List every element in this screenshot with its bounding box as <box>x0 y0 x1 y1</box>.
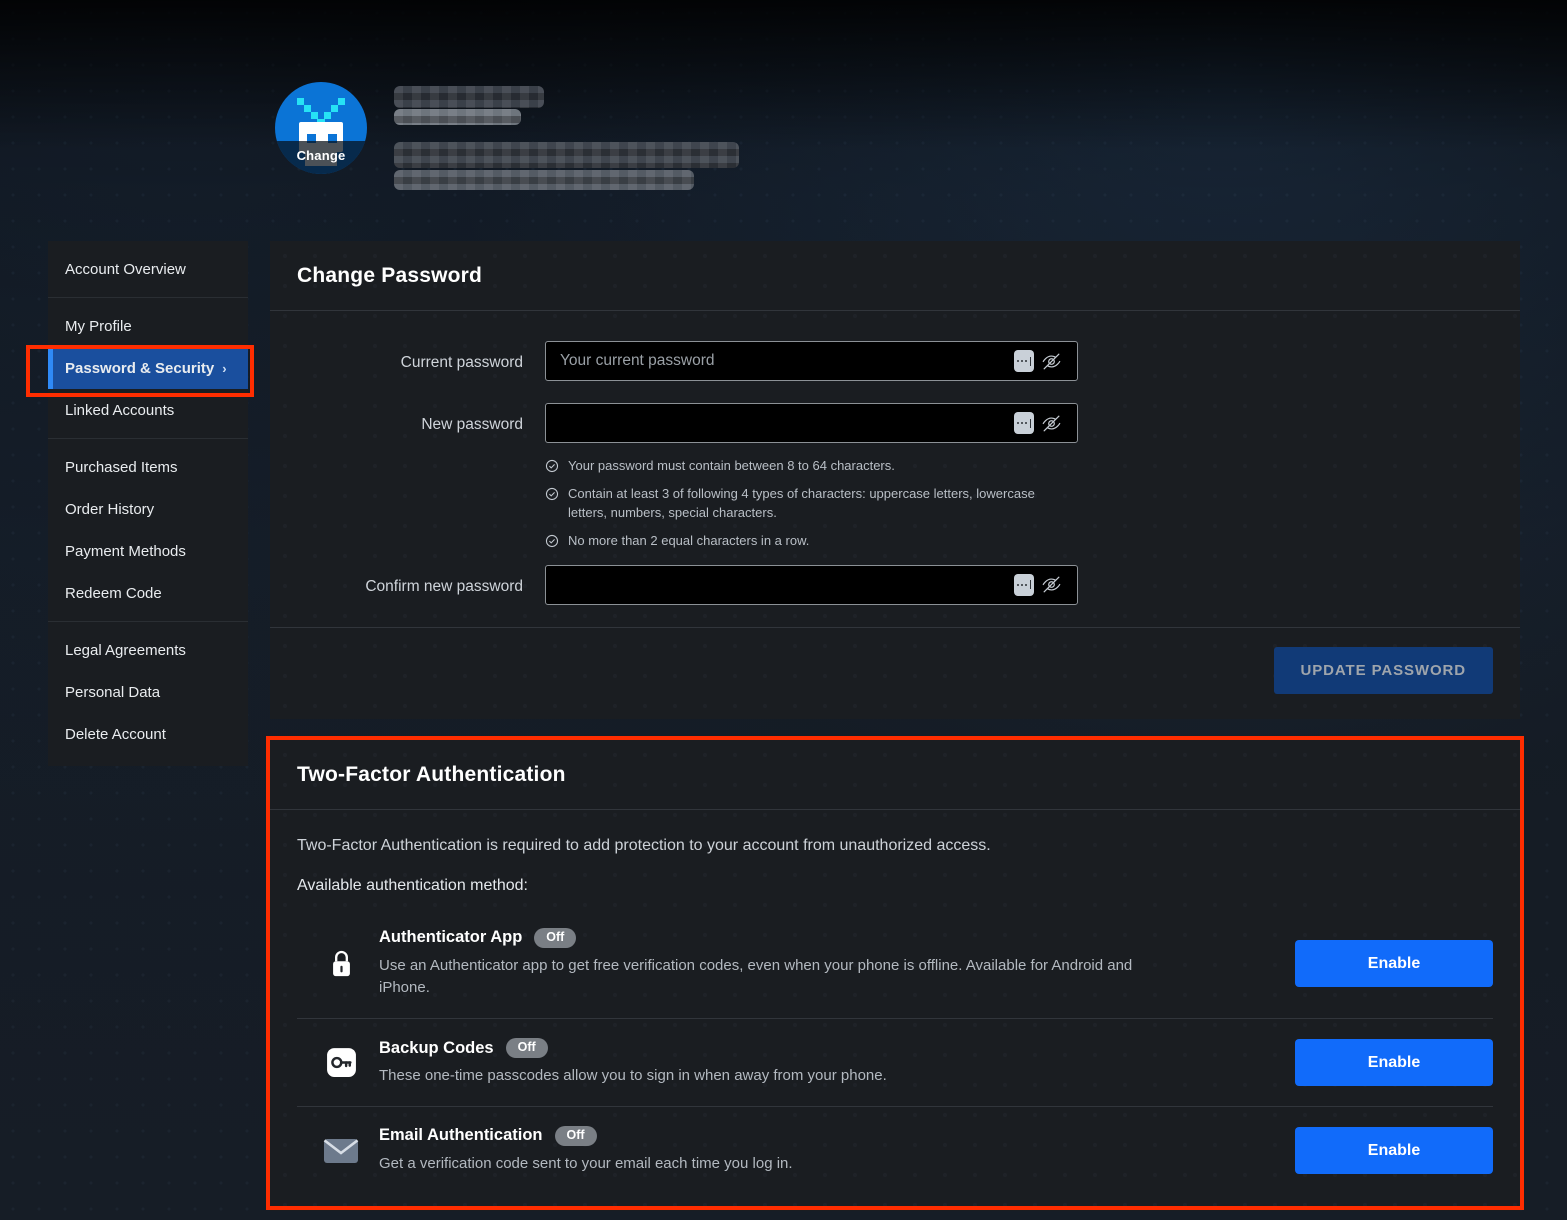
sidebar-item-label: Payment Methods <box>65 542 186 560</box>
status-badge: Off <box>505 1038 548 1058</box>
envelope-icon <box>321 1137 361 1165</box>
change-password-header: Change Password <box>270 241 1520 311</box>
enable-authenticator-app-button[interactable]: Enable <box>1295 940 1493 988</box>
method-title: Authenticator App <box>379 928 523 947</box>
chevron-right-icon: › <box>222 360 227 376</box>
sidebar-item-label: Password & Security <box>65 359 215 377</box>
two-factor-authentication-panel: Two-Factor Authentication Two-Factor Aut… <box>270 740 1520 1211</box>
account-settings-page: Change Account Overview My Profile Passw… <box>0 0 1567 1220</box>
profile-header: Change <box>275 82 739 190</box>
two-factor-methods-list: Authenticator App Off Use an Authenticat… <box>297 909 1493 1194</box>
status-badge: Off <box>534 928 577 948</box>
method-info: Email Authentication Off Get a verificat… <box>379 1126 1277 1175</box>
two-factor-body: Two-Factor Authentication is required to… <box>270 810 1520 1194</box>
method-row-backup-codes: Backup Codes Off These one-time passcode… <box>297 1018 1493 1106</box>
profile-detail-line-2-redacted <box>394 170 694 190</box>
status-badge: Off <box>554 1126 597 1146</box>
confirm-password-label: Confirm new password <box>365 577 523 595</box>
method-info: Authenticator App Off Use an Authenticat… <box>379 928 1277 999</box>
password-rule: Contain at least 3 of following 4 types … <box>545 485 1078 522</box>
profile-identity <box>394 82 739 190</box>
password-manager-icon[interactable] <box>1014 412 1034 434</box>
new-password-field[interactable] <box>545 403 1078 443</box>
confirm-password-input[interactable] <box>560 575 1014 594</box>
page-title: Change Password <box>297 263 483 287</box>
toggle-new-password-visibility-icon[interactable] <box>1034 408 1068 438</box>
password-manager-icon[interactable] <box>1014 573 1034 596</box>
sidebar-item-payment-methods[interactable]: Payment Methods <box>48 530 248 572</box>
method-row-email-authentication: Email Authentication Off Get a verificat… <box>297 1106 1493 1194</box>
check-circle-icon <box>545 535 559 548</box>
sidebar-item-password-security[interactable]: Password & Security › <box>48 347 248 389</box>
sidebar-item-label: My Profile <box>65 317 132 335</box>
sidebar-group-1: Account Overview <box>48 241 248 297</box>
change-password-panel: Change Password Current password New pas… <box>270 241 1520 719</box>
sidebar-group-3: Purchased Items Order History Payment Me… <box>48 438 248 621</box>
sidebar-item-my-profile[interactable]: My Profile <box>48 305 248 347</box>
method-description: These one-time passcodes allow you to si… <box>379 1066 887 1084</box>
sidebar-item-personal-data[interactable]: Personal Data <box>48 671 248 713</box>
profile-name-redacted <box>394 86 544 108</box>
check-circle-icon <box>545 488 559 501</box>
method-row-authenticator-app: Authenticator App Off Use an Authenticat… <box>297 909 1493 1018</box>
profile-detail-line-1-redacted <box>394 142 739 168</box>
sidebar-item-order-history[interactable]: Order History <box>48 488 248 530</box>
current-password-input[interactable] <box>560 352 1014 370</box>
change-password-actions: UPDATE PASSWORD <box>270 628 1520 694</box>
sidebar-item-label: Personal Data <box>65 683 161 701</box>
two-factor-header: Two-Factor Authentication <box>270 740 1520 810</box>
confirm-password-field[interactable] <box>545 564 1078 605</box>
sidebar-group-4: Legal Agreements Personal Data Delete Ac… <box>48 621 248 762</box>
sidebar-item-label: Delete Account <box>65 725 166 743</box>
method-description: Get a verification code sent to your ema… <box>379 1154 793 1172</box>
update-password-button[interactable]: UPDATE PASSWORD <box>1273 646 1493 694</box>
avatar[interactable]: Change <box>275 82 367 174</box>
password-rule-text: Your password must contain between 8 to … <box>568 458 895 473</box>
password-rules-list: Your password must contain between 8 to … <box>545 457 1078 551</box>
toggle-confirm-password-visibility-icon[interactable] <box>1034 570 1068 600</box>
method-title: Backup Codes <box>379 1038 494 1057</box>
change-password-form: Current password New password Your passw… <box>270 311 1520 605</box>
method-title: Email Authentication <box>379 1126 543 1145</box>
toggle-current-password-visibility-icon[interactable] <box>1034 346 1068 376</box>
new-password-input[interactable] <box>560 414 1014 432</box>
current-password-row: Current password <box>270 341 1520 381</box>
password-rule: Your password must contain between 8 to … <box>545 457 1078 475</box>
new-password-row: New password Your password must contain … <box>270 403 1520 561</box>
enable-email-authentication-button[interactable]: Enable <box>1295 1127 1493 1175</box>
method-info: Backup Codes Off These one-time passcode… <box>379 1038 1277 1087</box>
password-rule-text: No more than 2 equal characters in a row… <box>568 533 810 549</box>
avatar-change-label[interactable]: Change <box>275 141 367 174</box>
sidebar-item-label: Purchased Items <box>65 458 178 476</box>
two-factor-lead-text: Two-Factor Authentication is required to… <box>297 837 991 854</box>
sidebar-item-linked-accounts[interactable]: Linked Accounts <box>48 389 248 431</box>
sidebar-item-label: Order History <box>65 500 155 518</box>
current-password-label: Current password <box>400 354 523 371</box>
password-rule: No more than 2 equal characters in a row… <box>545 532 1078 550</box>
new-password-label: New password <box>421 416 523 433</box>
sidebar-item-label: Account Overview <box>65 260 186 278</box>
check-circle-icon <box>545 459 559 473</box>
two-factor-subheading: Available authentication method: <box>297 877 528 894</box>
enable-backup-codes-button[interactable]: Enable <box>1295 1039 1493 1087</box>
profile-subname-redacted <box>394 109 521 125</box>
sidebar-group-2: My Profile Password & Security › Linked … <box>48 297 248 438</box>
two-factor-title: Two-Factor Authentication <box>297 762 566 786</box>
method-description: Use an Authenticator app to get free ver… <box>379 956 1133 996</box>
key-icon <box>321 1046 361 1079</box>
current-password-field[interactable] <box>545 341 1078 381</box>
sidebar-item-label: Legal Agreements <box>65 641 186 659</box>
sidebar-item-label: Linked Accounts <box>65 401 175 419</box>
password-manager-icon[interactable] <box>1014 350 1034 372</box>
sidebar-item-label: Redeem Code <box>65 584 162 602</box>
confirm-password-row: Confirm new password <box>270 564 1520 605</box>
password-rule-text: Contain at least 3 of following 4 types … <box>568 486 1035 520</box>
sidebar-item-legal-agreements[interactable]: Legal Agreements <box>48 629 248 671</box>
lock-icon <box>321 948 361 979</box>
account-sidebar: Account Overview My Profile Password & S… <box>48 241 248 766</box>
sidebar-item-purchased-items[interactable]: Purchased Items <box>48 446 248 488</box>
sidebar-item-redeem-code[interactable]: Redeem Code <box>48 572 248 614</box>
sidebar-item-delete-account[interactable]: Delete Account <box>48 713 248 755</box>
sidebar-item-account-overview[interactable]: Account Overview <box>48 248 248 290</box>
